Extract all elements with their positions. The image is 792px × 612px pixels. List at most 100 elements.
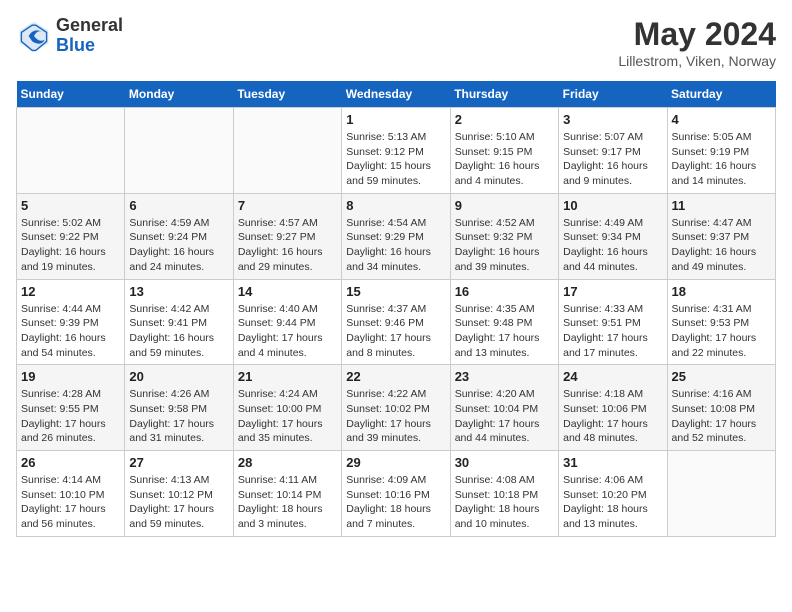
calendar-cell: 15 Sunrise: 4:37 AM Sunset: 9:46 PM Dayli… xyxy=(342,279,450,365)
day-info: Sunrise: 4:14 AM Sunset: 10:10 PM Daylig… xyxy=(21,473,120,532)
day-number: 22 xyxy=(346,369,445,384)
day-info: Sunrise: 4:16 AM Sunset: 10:08 PM Daylig… xyxy=(672,387,771,446)
day-info: Sunrise: 4:57 AM Sunset: 9:27 PM Dayligh… xyxy=(238,216,337,275)
month-year-title: May 2024 xyxy=(618,16,776,53)
calendar-cell: 11 Sunrise: 4:47 AM Sunset: 9:37 PM Dayli… xyxy=(667,193,775,279)
day-info: Sunrise: 4:11 AM Sunset: 10:14 PM Daylig… xyxy=(238,473,337,532)
day-info: Sunrise: 4:31 AM Sunset: 9:53 PM Dayligh… xyxy=(672,302,771,361)
calendar-cell: 3Sunrise: 5:07 AM Sunset: 9:17 PM Daylig… xyxy=(559,108,667,194)
day-number: 31 xyxy=(563,455,662,470)
calendar-cell: 1 Sunrise: 5:13 AM Sunset: 9:12 PM Daylig… xyxy=(342,108,450,194)
day-number: 21 xyxy=(238,369,337,384)
calendar-cell: 14 Sunrise: 4:40 AM Sunset: 9:44 PM Dayli… xyxy=(233,279,341,365)
day-number: 29 xyxy=(346,455,445,470)
day-number: 20 xyxy=(129,369,228,384)
page-header: General Blue May 2024 Lillestrom, Viken,… xyxy=(16,16,776,69)
calendar-cell: 10 Sunrise: 4:49 AM Sunset: 9:34 PM Dayli… xyxy=(559,193,667,279)
day-number: 19 xyxy=(21,369,120,384)
day-info: Sunrise: 5:02 AM Sunset: 9:22 PM Dayligh… xyxy=(21,216,120,275)
day-info: Sunrise: 4:18 AM Sunset: 10:06 PM Daylig… xyxy=(563,387,662,446)
day-number: 3 xyxy=(563,112,662,127)
calendar-header-row: SundayMondayTuesdayWednesdayThursdayFrid… xyxy=(17,81,776,108)
day-number: 28 xyxy=(238,455,337,470)
day-number: 11 xyxy=(672,198,771,213)
calendar-cell: 21Sunrise: 4:24 AM Sunset: 10:00 PM Dayl… xyxy=(233,365,341,451)
day-info: Sunrise: 5:10 AM Sunset: 9:15 PM Dayligh… xyxy=(455,130,554,189)
calendar-cell: 17 Sunrise: 4:33 AM Sunset: 9:51 PM Dayli… xyxy=(559,279,667,365)
weekday-header-friday: Friday xyxy=(559,81,667,108)
day-info: Sunrise: 4:28 AM Sunset: 9:55 PM Dayligh… xyxy=(21,387,120,446)
day-number: 26 xyxy=(21,455,120,470)
weekday-header-monday: Monday xyxy=(125,81,233,108)
day-number: 2 xyxy=(455,112,554,127)
day-number: 8 xyxy=(346,198,445,213)
calendar-cell: 22 Sunrise: 4:22 AM Sunset: 10:02 PM Dayl… xyxy=(342,365,450,451)
day-number: 6 xyxy=(129,198,228,213)
day-info: Sunrise: 4:06 AM Sunset: 10:20 PM Daylig… xyxy=(563,473,662,532)
day-number: 24 xyxy=(563,369,662,384)
calendar-cell: 27Sunrise: 4:13 AM Sunset: 10:12 PM Dayl… xyxy=(125,451,233,537)
day-number: 17 xyxy=(563,284,662,299)
day-number: 14 xyxy=(238,284,337,299)
calendar-cell xyxy=(233,108,341,194)
day-info: Sunrise: 4:47 AM Sunset: 9:37 PM Dayligh… xyxy=(672,216,771,275)
title-block: May 2024 Lillestrom, Viken, Norway xyxy=(618,16,776,69)
weekday-header-tuesday: Tuesday xyxy=(233,81,341,108)
calendar-cell: 20 Sunrise: 4:26 AM Sunset: 9:58 PM Dayli… xyxy=(125,365,233,451)
day-number: 13 xyxy=(129,284,228,299)
day-info: Sunrise: 4:59 AM Sunset: 9:24 PM Dayligh… xyxy=(129,216,228,275)
day-info: Sunrise: 4:42 AM Sunset: 9:41 PM Dayligh… xyxy=(129,302,228,361)
day-number: 18 xyxy=(672,284,771,299)
calendar-cell: 18 Sunrise: 4:31 AM Sunset: 9:53 PM Dayli… xyxy=(667,279,775,365)
day-info: Sunrise: 4:54 AM Sunset: 9:29 PM Dayligh… xyxy=(346,216,445,275)
day-number: 10 xyxy=(563,198,662,213)
location-title: Lillestrom, Viken, Norway xyxy=(618,53,776,69)
logo-blue-text: Blue xyxy=(56,36,123,56)
day-number: 27 xyxy=(129,455,228,470)
calendar-cell: 28 Sunrise: 4:11 AM Sunset: 10:14 PM Dayl… xyxy=(233,451,341,537)
calendar-week-row: 12Sunrise: 4:44 AM Sunset: 9:39 PM Dayli… xyxy=(17,279,776,365)
calendar-cell: 29 Sunrise: 4:09 AM Sunset: 10:16 PM Dayl… xyxy=(342,451,450,537)
calendar-cell xyxy=(125,108,233,194)
day-info: Sunrise: 4:09 AM Sunset: 10:16 PM Daylig… xyxy=(346,473,445,532)
calendar-week-row: 5Sunrise: 5:02 AM Sunset: 9:22 PM Daylig… xyxy=(17,193,776,279)
day-number: 1 xyxy=(346,112,445,127)
weekday-header-saturday: Saturday xyxy=(667,81,775,108)
calendar-cell: 23 Sunrise: 4:20 AM Sunset: 10:04 PM Dayl… xyxy=(450,365,558,451)
day-info: Sunrise: 4:22 AM Sunset: 10:02 PM Daylig… xyxy=(346,387,445,446)
day-info: Sunrise: 4:40 AM Sunset: 9:44 PM Dayligh… xyxy=(238,302,337,361)
calendar-cell: 8 Sunrise: 4:54 AM Sunset: 9:29 PM Daylig… xyxy=(342,193,450,279)
calendar-cell: 13 Sunrise: 4:42 AM Sunset: 9:41 PM Dayli… xyxy=(125,279,233,365)
day-info: Sunrise: 5:05 AM Sunset: 9:19 PM Dayligh… xyxy=(672,130,771,189)
calendar-cell: 12Sunrise: 4:44 AM Sunset: 9:39 PM Dayli… xyxy=(17,279,125,365)
day-number: 23 xyxy=(455,369,554,384)
day-info: Sunrise: 4:35 AM Sunset: 9:48 PM Dayligh… xyxy=(455,302,554,361)
day-number: 25 xyxy=(672,369,771,384)
day-number: 12 xyxy=(21,284,120,299)
day-info: Sunrise: 4:52 AM Sunset: 9:32 PM Dayligh… xyxy=(455,216,554,275)
day-number: 16 xyxy=(455,284,554,299)
day-info: Sunrise: 4:49 AM Sunset: 9:34 PM Dayligh… xyxy=(563,216,662,275)
day-number: 4 xyxy=(672,112,771,127)
calendar-cell: 31 Sunrise: 4:06 AM Sunset: 10:20 PM Dayl… xyxy=(559,451,667,537)
calendar-week-row: 19 Sunrise: 4:28 AM Sunset: 9:55 PM Dayli… xyxy=(17,365,776,451)
day-info: Sunrise: 4:20 AM Sunset: 10:04 PM Daylig… xyxy=(455,387,554,446)
day-info: Sunrise: 4:37 AM Sunset: 9:46 PM Dayligh… xyxy=(346,302,445,361)
calendar-cell: 7Sunrise: 4:57 AM Sunset: 9:27 PM Daylig… xyxy=(233,193,341,279)
calendar-cell: 25 Sunrise: 4:16 AM Sunset: 10:08 PM Dayl… xyxy=(667,365,775,451)
day-info: Sunrise: 4:33 AM Sunset: 9:51 PM Dayligh… xyxy=(563,302,662,361)
logo-icon xyxy=(16,18,52,54)
logo-general-text: General xyxy=(56,16,123,36)
calendar-cell: 5Sunrise: 5:02 AM Sunset: 9:22 PM Daylig… xyxy=(17,193,125,279)
day-info: Sunrise: 5:13 AM Sunset: 9:12 PM Dayligh… xyxy=(346,130,445,189)
day-info: Sunrise: 4:08 AM Sunset: 10:18 PM Daylig… xyxy=(455,473,554,532)
day-info: Sunrise: 4:26 AM Sunset: 9:58 PM Dayligh… xyxy=(129,387,228,446)
calendar-table: SundayMondayTuesdayWednesdayThursdayFrid… xyxy=(16,81,776,537)
day-number: 15 xyxy=(346,284,445,299)
calendar-cell: 26 Sunrise: 4:14 AM Sunset: 10:10 PM Dayl… xyxy=(17,451,125,537)
calendar-cell: 9Sunrise: 4:52 AM Sunset: 9:32 PM Daylig… xyxy=(450,193,558,279)
logo: General Blue xyxy=(16,16,123,56)
calendar-week-row: 1 Sunrise: 5:13 AM Sunset: 9:12 PM Daylig… xyxy=(17,108,776,194)
calendar-cell: 2 Sunrise: 5:10 AM Sunset: 9:15 PM Daylig… xyxy=(450,108,558,194)
weekday-header-sunday: Sunday xyxy=(17,81,125,108)
